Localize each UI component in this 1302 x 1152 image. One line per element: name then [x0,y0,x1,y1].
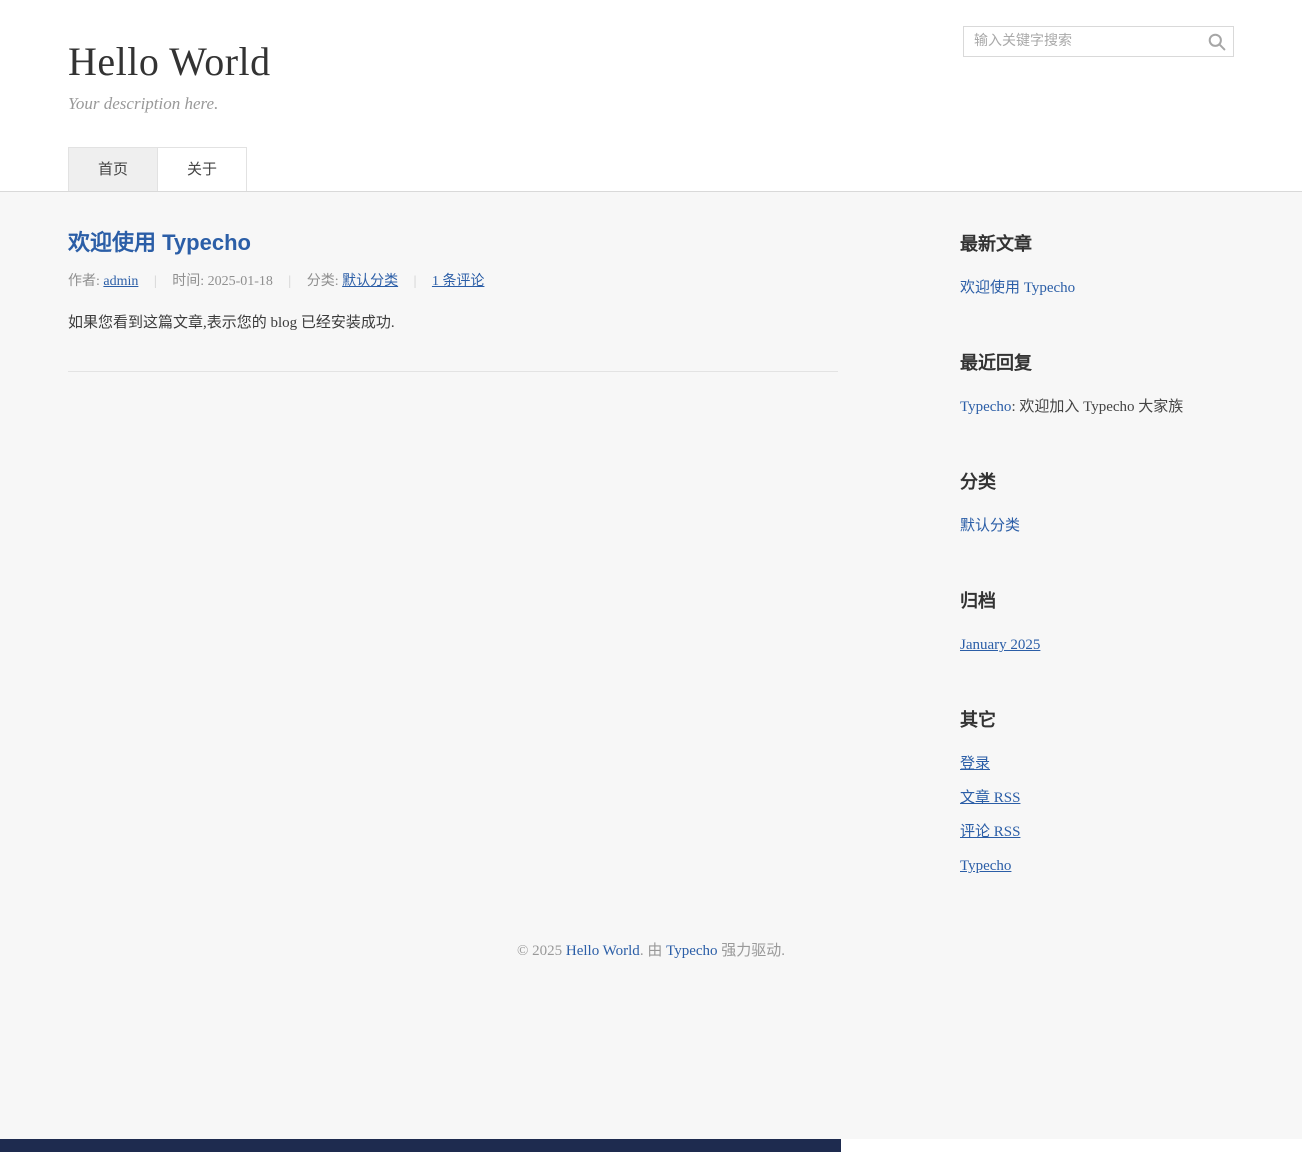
post-meta: 作者: admin | 时间: 2025-01-18 | 分类: 默认分类 | … [68,270,838,290]
widget-title: 最新文章 [960,230,1234,256]
list-item: 登录 [960,747,1234,781]
list-item: January 2025 [960,628,1234,662]
meta-separator: | [414,274,417,289]
list-item: Typecho: 欢迎加入 Typecho 大家族 [960,390,1234,424]
comments-link[interactable]: 1 条评论 [432,274,485,289]
widget-list: Typecho: 欢迎加入 Typecho 大家族 [960,390,1234,424]
search-form [963,26,1234,57]
widget-recent-comments: 最近回复 Typecho: 欢迎加入 Typecho 大家族 [960,349,1234,424]
archive-link[interactable]: January 2025 [960,637,1040,653]
background-window-gap [841,1139,1302,1152]
site-description: Your description here. [68,94,1234,114]
post-title-link[interactable]: 欢迎使用 Typecho [68,230,251,255]
list-item: 评论 RSS [960,815,1234,849]
content-area: 欢迎使用 Typecho 作者: admin | 时间: 2025-01-18 … [68,192,1234,897]
list-item: 文章 RSS [960,781,1234,815]
search-icon [1207,32,1227,52]
comments-rss-link[interactable]: 评论 RSS [960,824,1020,840]
widget-misc: 其它 登录 文章 RSS 评论 RSS Typecho [960,706,1234,883]
post-divider [68,371,838,372]
widget-title: 其它 [960,706,1234,732]
widget-list: 登录 文章 RSS 评论 RSS Typecho [960,747,1234,883]
footer-suffix-text: 强力驱动. [718,943,786,959]
recent-post-link[interactable]: 欢迎使用 Typecho [960,280,1075,296]
widget-title: 最近回复 [960,349,1234,375]
search-button[interactable] [1205,30,1229,54]
comment-text: : 欢迎加入 Typecho 大家族 [1011,399,1183,415]
nav-item-about[interactable]: 关于 [158,147,247,191]
post: 欢迎使用 Typecho 作者: admin | 时间: 2025-01-18 … [68,230,838,335]
widget-recent-posts: 最新文章 欢迎使用 Typecho [960,230,1234,305]
time-label: 时间: [172,274,204,289]
category-label: 分类: [307,274,339,289]
post-body: 如果您看到这篇文章,表示您的 blog 已经安装成功. [68,311,838,335]
site-header: Hello World Your description here. 首页 关于 [0,0,1302,192]
search-input[interactable] [963,26,1234,57]
page: Hello World Your description here. 首页 关于 [0,0,1302,1152]
meta-separator: | [154,274,157,289]
category-link[interactable]: 默认分类 [342,274,398,289]
footer-site-link[interactable]: Hello World [566,943,640,959]
widget-title: 归档 [960,587,1234,613]
typecho-link[interactable]: Typecho [960,858,1011,874]
footer-copyright: © 2025 [517,943,566,959]
widget-title: 分类 [960,468,1234,494]
widget-list: 欢迎使用 Typecho [960,271,1234,305]
meta-separator: | [288,274,291,289]
list-item: 欢迎使用 Typecho [960,271,1234,305]
main-nav: 首页 关于 [68,147,1234,191]
list-item: Typecho [960,849,1234,883]
nav-item-home[interactable]: 首页 [68,147,158,191]
main-column: 欢迎使用 Typecho 作者: admin | 时间: 2025-01-18 … [68,230,838,372]
widget-list: 默认分类 [960,509,1234,543]
widget-categories: 分类 默认分类 [960,468,1234,543]
login-link[interactable]: 登录 [960,756,990,772]
author-label: 作者: [68,274,100,289]
background-window-bar [0,1139,841,1152]
post-title: 欢迎使用 Typecho [68,230,838,256]
footer-middle-text: . 由 [640,943,666,959]
author-link[interactable]: admin [103,274,138,289]
list-item: 默认分类 [960,509,1234,543]
time-value: 2025-01-18 [208,274,273,289]
bottom-strip [0,1139,1302,1152]
widget-archives: 归档 January 2025 [960,587,1234,662]
posts-rss-link[interactable]: 文章 RSS [960,790,1020,806]
category-item-link[interactable]: 默认分类 [960,518,1020,534]
sidebar: 最新文章 欢迎使用 Typecho 最近回复 Typecho: 欢迎加入 Typ… [960,230,1234,883]
widget-list: January 2025 [960,628,1234,662]
comment-author-link[interactable]: Typecho [960,399,1011,415]
footer-typecho-link[interactable]: Typecho [666,943,717,959]
site-title-link[interactable]: Hello World [68,39,271,84]
site-footer: © 2025 Hello World. 由 Typecho 强力驱动. [0,897,1302,960]
